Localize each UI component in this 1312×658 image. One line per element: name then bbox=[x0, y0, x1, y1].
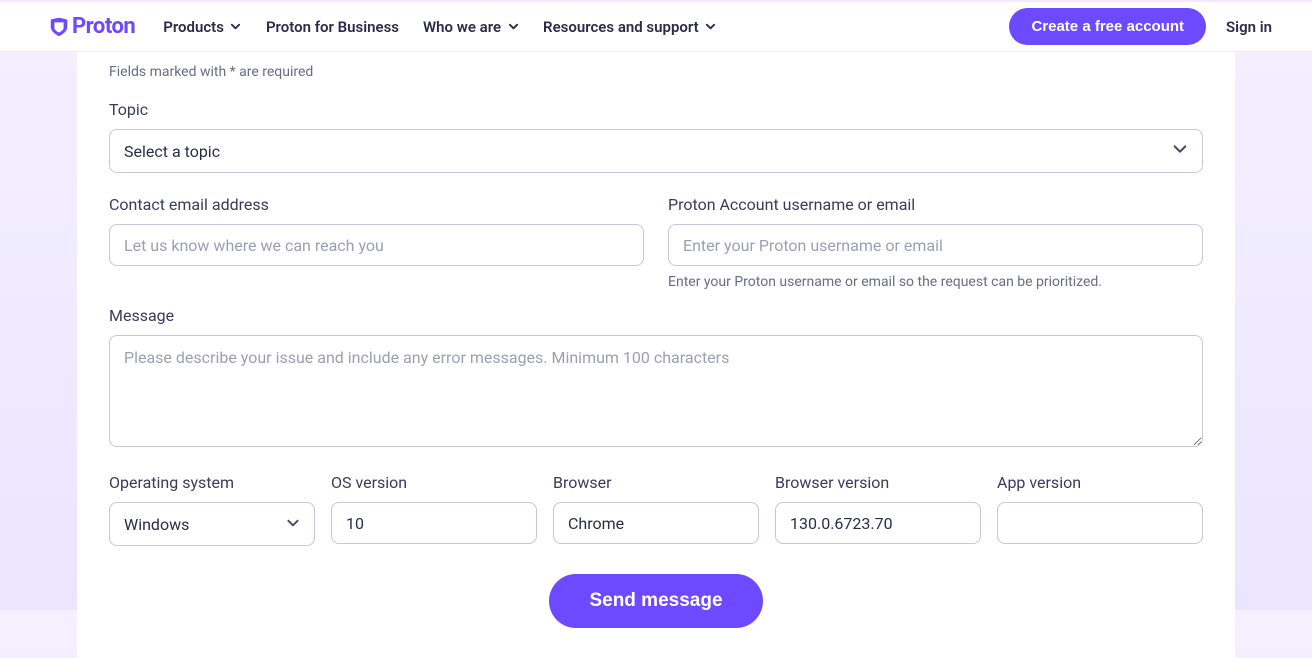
nav-links: Products Proton for Business Who we are … bbox=[163, 18, 716, 36]
chevron-down-icon bbox=[230, 21, 242, 33]
os-label: Operating system bbox=[109, 473, 315, 492]
contact-email-input[interactable] bbox=[109, 224, 644, 266]
required-hint: Fields marked with * are required bbox=[109, 64, 1203, 80]
nav-resources[interactable]: Resources and support bbox=[543, 18, 717, 36]
browser-version-input[interactable] bbox=[775, 502, 981, 544]
browser-label: Browser bbox=[553, 473, 759, 492]
os-select[interactable]: Windows bbox=[109, 502, 315, 546]
topic-label: Topic bbox=[109, 100, 1203, 119]
proton-account-helper: Enter your Proton username or email so t… bbox=[668, 274, 1203, 290]
os-select-value: Windows bbox=[124, 515, 189, 534]
chevron-down-icon bbox=[1172, 141, 1188, 161]
nav-business-label: Proton for Business bbox=[266, 18, 399, 36]
nav-business[interactable]: Proton for Business bbox=[266, 18, 399, 36]
message-textarea[interactable] bbox=[109, 335, 1203, 447]
proton-logo-icon bbox=[48, 16, 70, 38]
browser-version-label: Browser version bbox=[775, 473, 981, 492]
browser-input[interactable] bbox=[553, 502, 759, 544]
brand-name: Proton bbox=[72, 14, 135, 39]
os-version-input[interactable] bbox=[331, 502, 537, 544]
brand-logo[interactable]: Proton bbox=[48, 14, 135, 39]
proton-account-input[interactable] bbox=[668, 224, 1203, 266]
app-version-label: App version bbox=[997, 473, 1203, 492]
chevron-down-icon bbox=[705, 21, 717, 33]
chevron-down-icon bbox=[286, 515, 300, 534]
topic-select-value: Select a topic bbox=[124, 142, 220, 161]
chevron-down-icon bbox=[507, 21, 519, 33]
proton-account-label: Proton Account username or email bbox=[668, 195, 1203, 214]
app-version-input[interactable] bbox=[997, 502, 1203, 544]
nav-products-label: Products bbox=[163, 18, 224, 36]
nav-resources-label: Resources and support bbox=[543, 18, 699, 36]
message-label: Message bbox=[109, 306, 1203, 325]
contact-email-label: Contact email address bbox=[109, 195, 644, 214]
nav-products[interactable]: Products bbox=[163, 18, 242, 36]
nav-who[interactable]: Who we are bbox=[423, 18, 519, 36]
os-version-label: OS version bbox=[331, 473, 537, 492]
create-account-button[interactable]: Create a free account bbox=[1009, 8, 1206, 45]
top-nav: Proton Products Proton for Business Who … bbox=[0, 0, 1312, 52]
topic-select[interactable]: Select a topic bbox=[109, 129, 1203, 173]
nav-who-label: Who we are bbox=[423, 18, 501, 36]
support-form-card: Fields marked with * are required Topic … bbox=[77, 52, 1235, 658]
send-message-button[interactable]: Send message bbox=[549, 574, 762, 628]
sign-in-link[interactable]: Sign in bbox=[1226, 18, 1272, 36]
